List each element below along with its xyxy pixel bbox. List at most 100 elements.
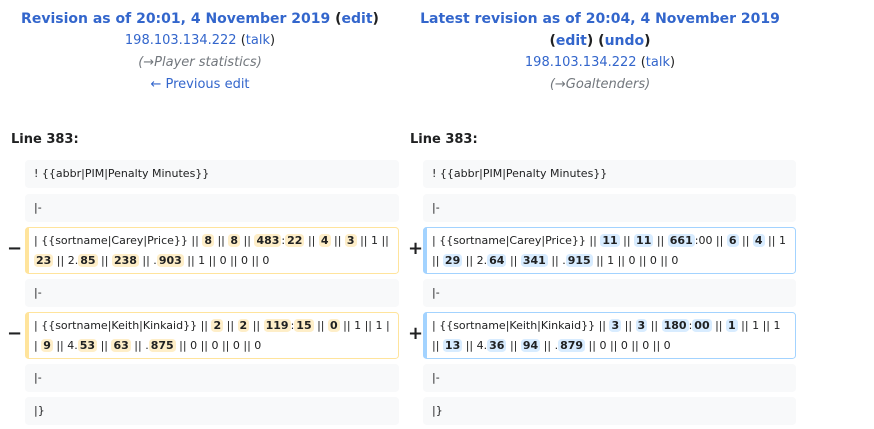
diff-text: || (653, 234, 668, 247)
inline-deletion: 238 (111, 254, 139, 267)
old-revision-header: Revision as of 20:01, 4 November 2019 (e… (0, 8, 400, 96)
inline-addition: 13 (442, 339, 463, 352)
new-revision-header: Latest revision as of 20:04, 4 November … (400, 8, 800, 96)
diff-text: || (97, 254, 112, 267)
inline-deletion: 22 (285, 234, 305, 247)
diff-text: || (240, 234, 255, 247)
inline-deletion: 2 (237, 319, 250, 332)
deleted-line: | {{sortname|Carey|Price}} || 8 || 8 || … (25, 227, 399, 274)
inline-addition: 64 (487, 254, 507, 267)
inline-addition: 00 (692, 319, 712, 332)
undo-link[interactable]: undo (605, 33, 645, 49)
context-line-left: ! {{abbr|PIM|Penalty Minutes}} (25, 160, 399, 188)
diff-text: || 0 || 0 || 0 || 0 (585, 339, 671, 352)
diff-text: || (647, 319, 662, 332)
diff-text: || (621, 319, 636, 332)
inline-deletion: 4 (318, 234, 331, 247)
diff-text: || 4. (462, 339, 488, 352)
inline-addition: 4 (752, 234, 765, 247)
line-number-left: Line 383: (11, 132, 79, 147)
diff-text: || (619, 234, 635, 247)
old-revision-link[interactable]: Revision as of 20:01, 4 November 2019 (21, 11, 330, 27)
added-line: | {{sortname|Keith|Kinkaid}} || 3 || 3 |… (423, 312, 796, 359)
context-line-left: |} (25, 397, 399, 425)
inline-deletion: 9 (41, 339, 53, 352)
old-edit-link[interactable]: edit (342, 11, 373, 27)
diff-text: || (711, 319, 727, 332)
inline-addition: 11 (600, 234, 620, 247)
inline-deletion: 3 (344, 234, 357, 247)
diff-text: || . (130, 339, 149, 352)
old-summary-section: Player statistics (154, 55, 257, 70)
old-edit-paren-close: ) (372, 11, 379, 27)
added-line: | {{sortname|Carey|Price}} || 11 || 11 |… (423, 227, 796, 274)
context-line-right: |- (423, 279, 796, 307)
diff-text: :00 (694, 234, 713, 247)
deleted-line-marker: − (7, 323, 23, 344)
diff-text: | {{sortname|Keith|Kinkaid}} || (34, 319, 212, 332)
new-edit-summary: (→Goaltenders) (549, 77, 651, 92)
diff-text: || (330, 234, 345, 247)
diff-text: || (304, 234, 319, 247)
old-talk-link[interactable]: talk (246, 33, 270, 48)
old-talk-paren-close: ) (270, 33, 276, 48)
new-summary-section-link[interactable]: → (555, 77, 566, 92)
diff-text: || (213, 234, 229, 247)
inline-addition: 6 (726, 234, 739, 247)
inline-deletion: 53 (77, 339, 98, 352)
inline-addition: 94 (520, 339, 541, 352)
diff-text: || 2. (53, 254, 79, 267)
context-line-left: |- (25, 194, 399, 222)
added-line-marker: + (408, 238, 424, 259)
inline-addition: 1 (726, 319, 738, 332)
added-line-marker: + (408, 323, 424, 344)
inline-addition: 341 (520, 254, 548, 267)
deleted-line: | {{sortname|Keith|Kinkaid}} || 2 || 2 |… (25, 312, 399, 359)
diff-text: || (738, 234, 753, 247)
inline-addition: 3 (635, 319, 648, 332)
diff-text: || 1 || (356, 234, 393, 247)
old-edit-summary: (→Player statistics) (138, 55, 262, 70)
inline-deletion: 119 (263, 319, 291, 332)
diff-text: || . (138, 254, 157, 267)
context-line-right: |- (423, 194, 796, 222)
inline-addition: 180 (661, 319, 689, 332)
diff-text: | {{sortname|Carey|Price}} || (34, 234, 203, 247)
diff-text: || (712, 234, 727, 247)
diff-text: || 1 || 0 || 0 || 0 (183, 254, 270, 267)
inline-addition: 879 (558, 339, 586, 352)
inline-addition: 36 (487, 339, 507, 352)
undo-paren-close: ) (644, 33, 651, 49)
diff-text: || 4. (52, 339, 78, 352)
diff-text: || (313, 319, 329, 332)
diff-text: | {{sortname|Carey|Price}} || (432, 234, 601, 247)
old-user-link[interactable]: 198.103.134.222 (125, 33, 237, 48)
line-number-right: Line 383: (410, 132, 478, 147)
context-line-right: |} (423, 397, 796, 425)
diff-text: || (97, 339, 112, 352)
inline-deletion: 0 (328, 319, 340, 332)
new-user-link[interactable]: 198.103.134.222 (525, 55, 637, 70)
diff-text: || 2. (462, 254, 488, 267)
previous-edit-link[interactable]: ← Previous edit (150, 77, 249, 92)
inline-deletion: 63 (111, 339, 131, 352)
inline-deletion: 15 (294, 319, 314, 332)
diff-text: || 0 || 0 || 0 || 0 (175, 339, 262, 352)
inline-deletion: 875 (148, 339, 176, 352)
diff-text: || . (547, 254, 566, 267)
context-line-right: ! {{abbr|PIM|Penalty Minutes}} (423, 160, 796, 188)
inline-addition: 3 (609, 319, 622, 332)
context-line-left: |- (25, 364, 399, 392)
diff-text: || . (540, 339, 559, 352)
new-edit-link[interactable]: edit (556, 33, 587, 49)
inline-deletion: 8 (228, 234, 241, 247)
new-talk-link[interactable]: talk (646, 55, 670, 70)
diff-text: || (506, 339, 521, 352)
old-summary-section-link[interactable]: → (143, 55, 154, 70)
context-line-left: |- (25, 279, 399, 307)
inline-addition: 29 (442, 254, 463, 267)
inline-deletion: 483 (254, 234, 282, 247)
new-edit-paren-close: ) (586, 33, 594, 49)
inline-deletion: 23 (34, 254, 54, 267)
new-revision-link[interactable]: Latest revision as of 20:04, 4 November … (420, 11, 780, 27)
